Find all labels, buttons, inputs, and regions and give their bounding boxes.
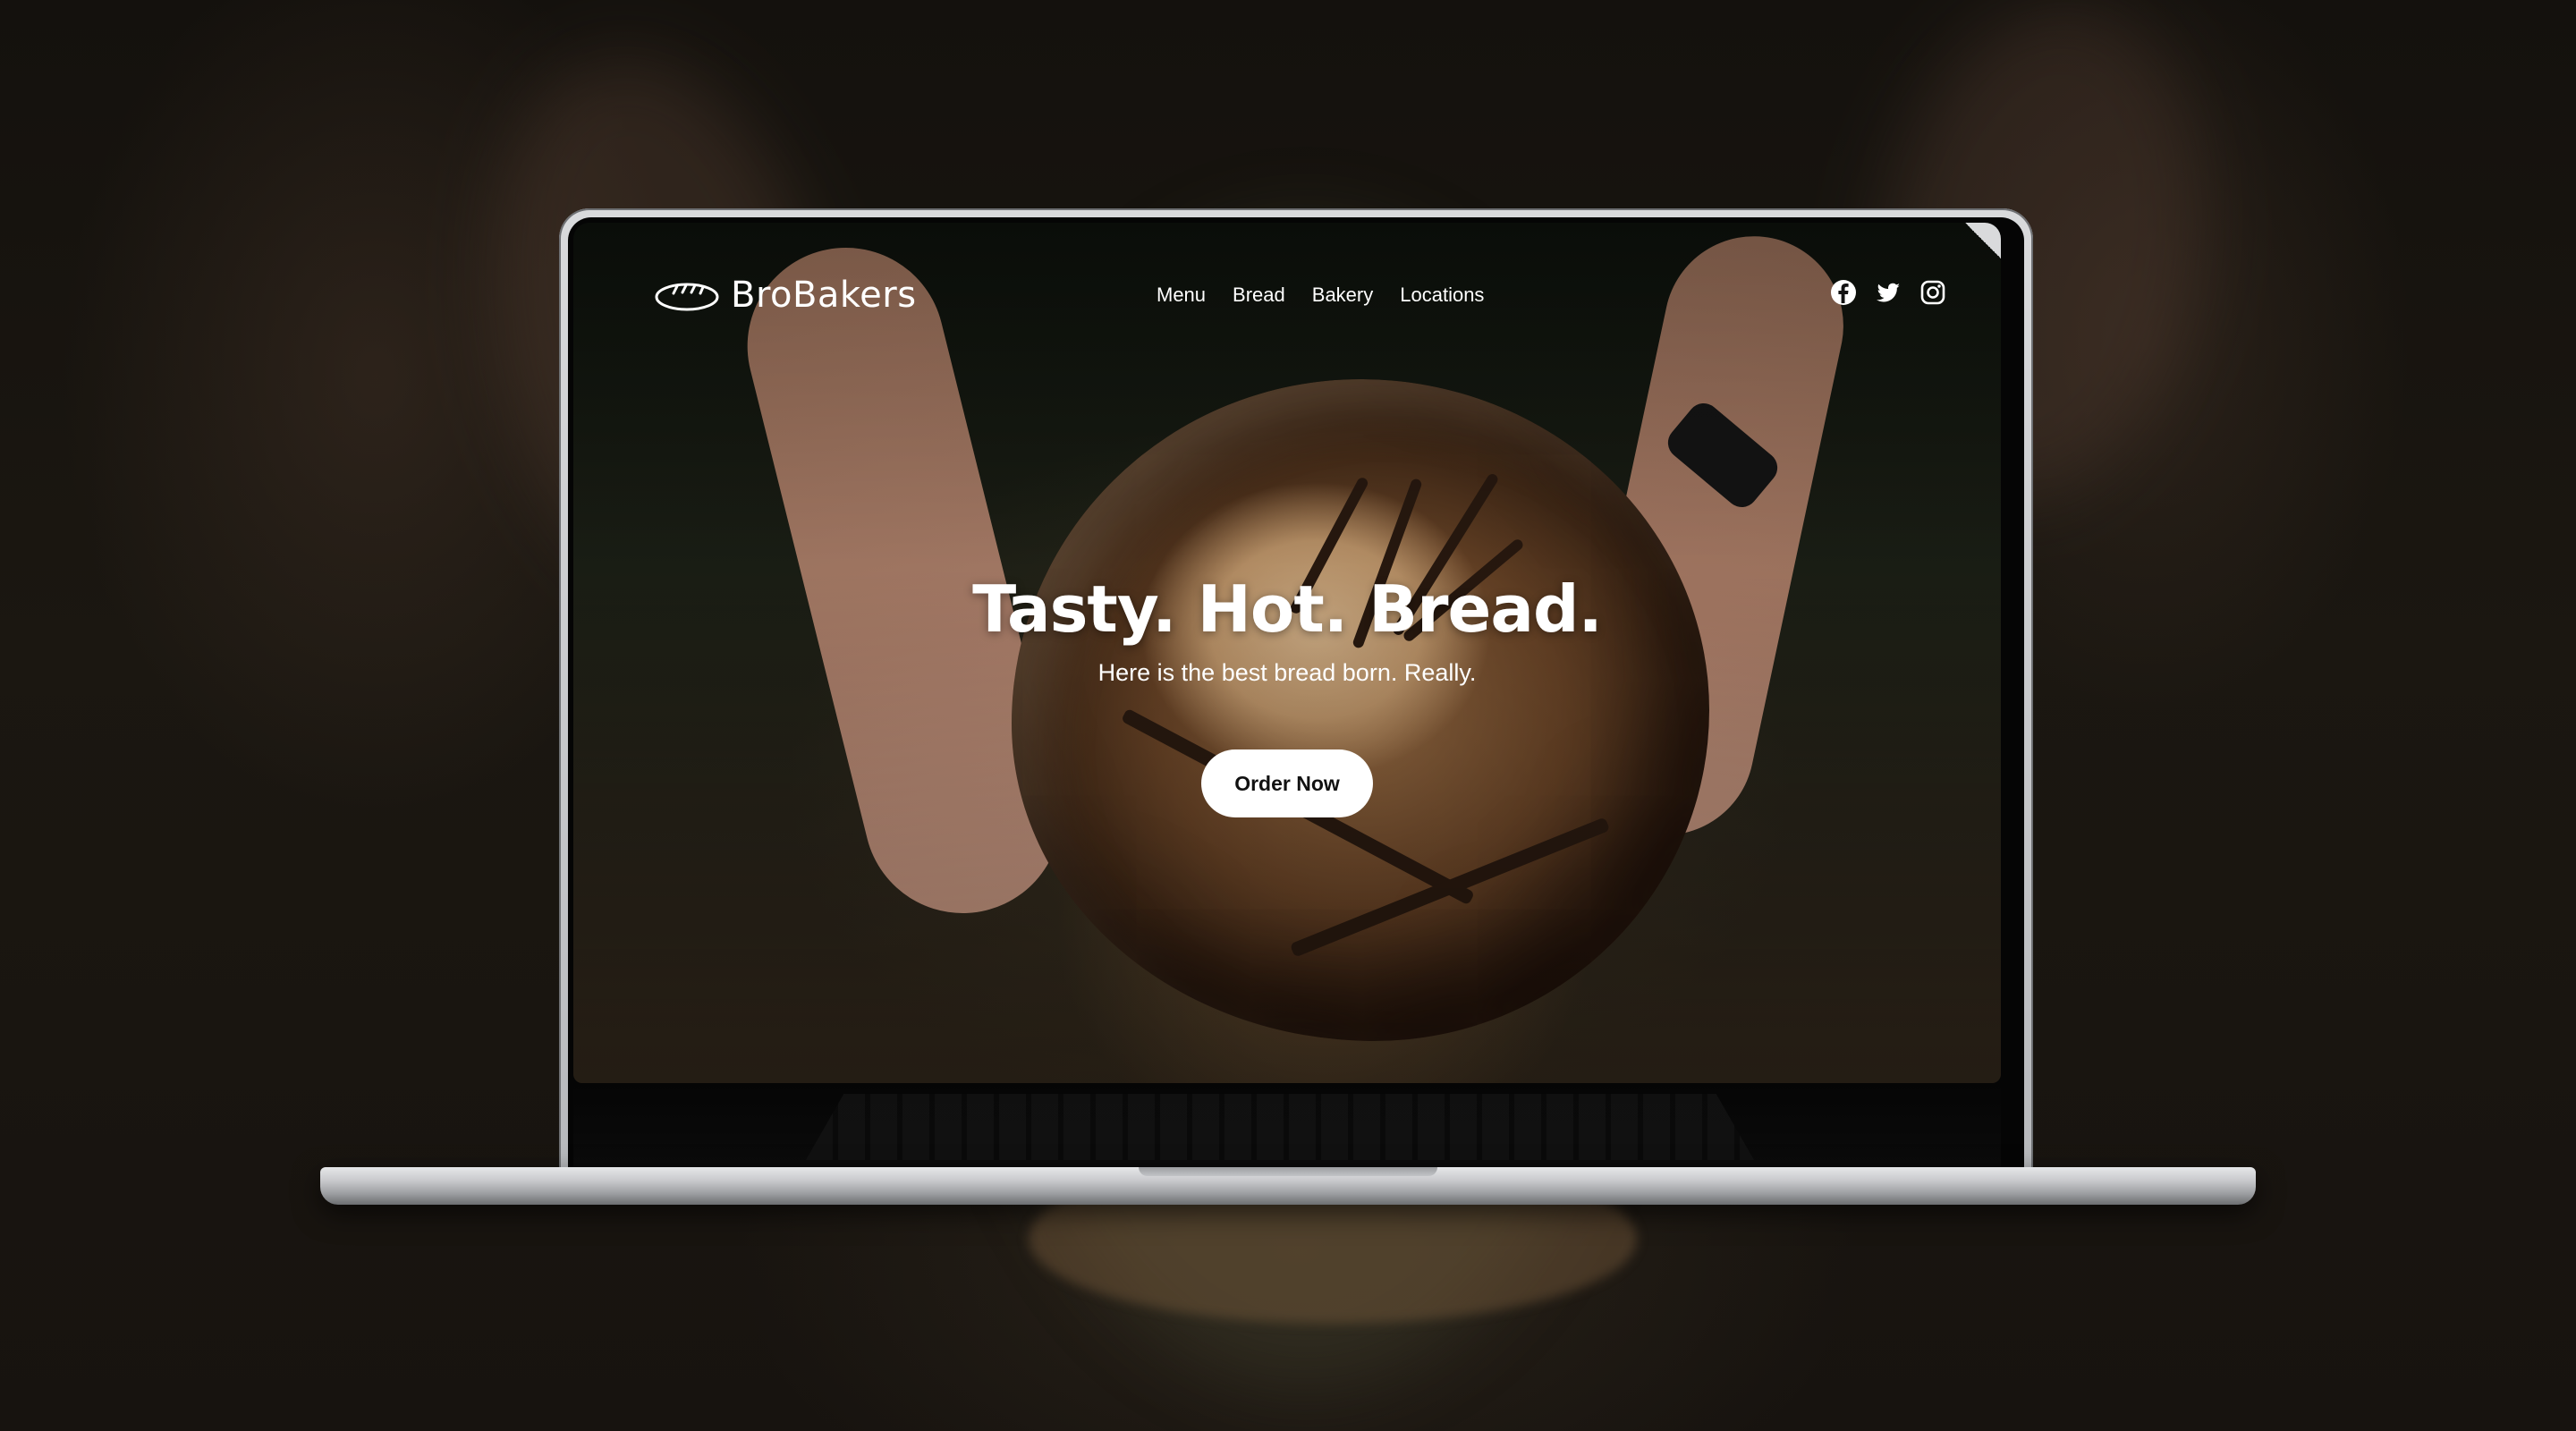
website-screen: BroBakers Menu Bread Bakery Locations Ta…	[573, 223, 2001, 1083]
nav-link-bread[interactable]: Bread	[1233, 284, 1285, 307]
hero-subtitle: Here is the best bread born. Really.	[1097, 659, 1477, 686]
top-navigation: BroBakers Menu Bread Bakery Locations	[573, 267, 2001, 321]
hero-title: Tasty. Hot. Bread.	[972, 572, 1603, 647]
laptop-lid: BroBakers Menu Bread Bakery Locations Ta…	[559, 208, 2033, 1176]
laptop-base	[320, 1167, 2256, 1205]
laptop-bottom-bezel	[573, 1083, 2001, 1167]
keyboard-reflection	[806, 1094, 1754, 1160]
nav-links: Menu Bread Bakery Locations	[1157, 284, 1484, 307]
social-links	[1829, 278, 1947, 307]
instagram-icon[interactable]	[1919, 278, 1947, 307]
hero-section: Tasty. Hot. Bread. Here is the best brea…	[573, 572, 2001, 817]
nav-link-bakery[interactable]: Bakery	[1312, 284, 1373, 307]
bread-logo-icon	[655, 283, 719, 311]
nav-link-locations[interactable]: Locations	[1400, 284, 1484, 307]
facebook-icon[interactable]	[1829, 278, 1858, 307]
brand-logo[interactable]: BroBakers	[654, 275, 917, 316]
mockup-stage: BroBakers Menu Bread Bakery Locations Ta…	[0, 0, 2576, 1431]
order-now-button[interactable]: Order Now	[1201, 749, 1373, 817]
laptop-base-notch	[1139, 1167, 1437, 1176]
screen-corner-glare	[1965, 223, 2001, 258]
nav-link-menu[interactable]: Menu	[1157, 284, 1206, 307]
twitter-icon[interactable]	[1874, 278, 1902, 307]
brand-name: BroBakers	[731, 275, 917, 316]
